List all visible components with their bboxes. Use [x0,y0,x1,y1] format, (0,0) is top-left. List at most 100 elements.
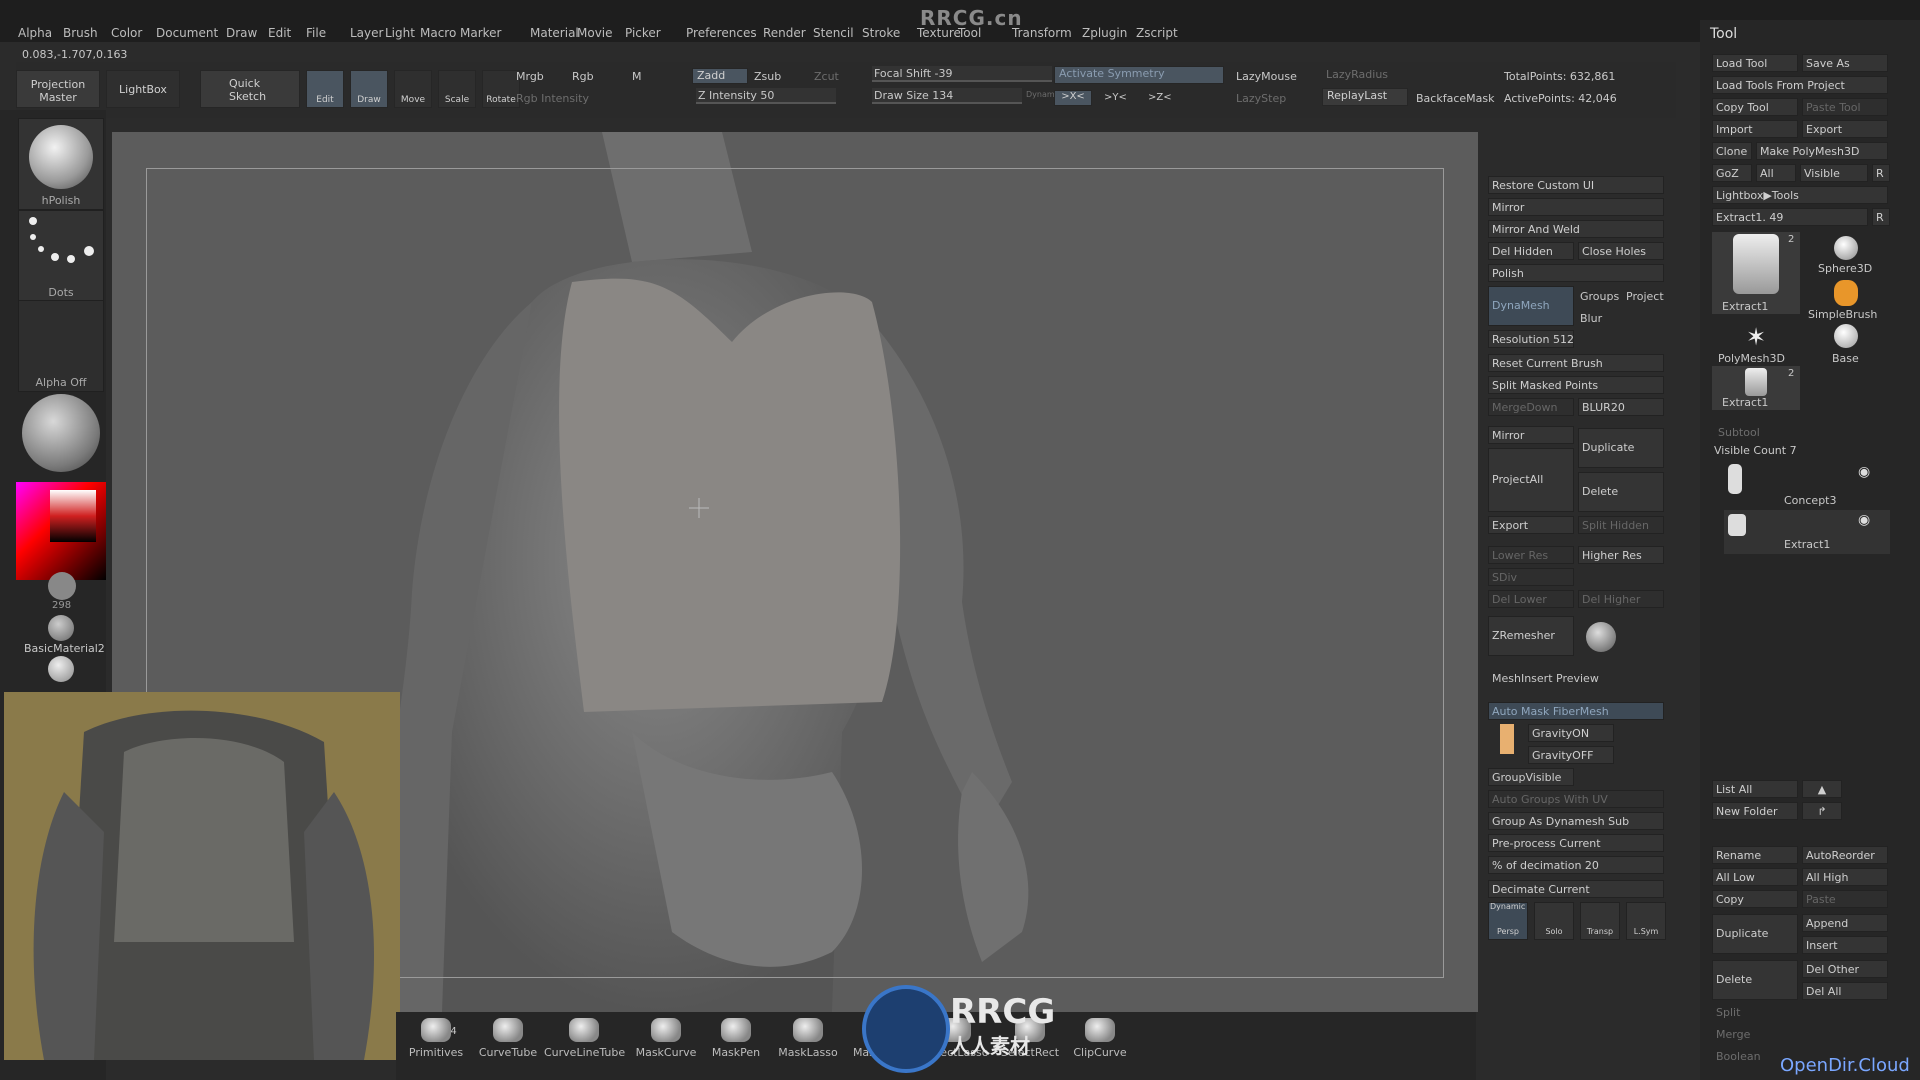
sdiv-slider[interactable]: SDiv [1488,568,1574,586]
del-all-button[interactable]: Del All [1802,982,1888,1000]
boolean-section[interactable]: Boolean [1716,1050,1761,1063]
menu-item-light[interactable]: Light [385,26,415,40]
menu-item-macro[interactable]: Macro [420,26,456,40]
groupvisible-button[interactable]: GroupVisible [1488,768,1574,786]
menu-item-tool[interactable]: Tool [958,26,981,40]
replaylast-button[interactable]: ReplayLast [1322,88,1408,106]
goz-r-button[interactable]: R [1872,164,1890,182]
sym-x-toggle[interactable]: >X< [1054,90,1092,106]
menu-item-marker[interactable]: Marker [460,26,501,40]
mergedown-button[interactable]: MergeDown [1488,398,1574,416]
sym-z-toggle[interactable]: >Z< [1148,92,1172,103]
decimation-percent-slider[interactable]: % of decimation 20 [1488,856,1664,874]
del-hidden-button[interactable]: Del Hidden [1488,242,1574,260]
reset-current-brush-button[interactable]: Reset Current Brush [1488,354,1664,372]
blur20-button[interactable]: BLUR20 [1578,398,1664,416]
zremesher-button[interactable]: ZRemesher [1488,616,1574,656]
draw-size-slider[interactable]: Draw Size 134 [872,88,1022,104]
move-button[interactable]: Move [394,70,432,108]
all-low-button[interactable]: All Low [1712,868,1798,886]
menu-item-picker[interactable]: Picker [625,26,661,40]
load-tool-button[interactable]: Load Tool [1712,54,1798,72]
mirror-button[interactable]: Mirror [1488,198,1664,216]
tool-thumb-extract1-b[interactable]: 2 Extract1 [1712,366,1800,410]
dock-item-masklasso[interactable]: MaskLasso [768,1012,848,1080]
menu-item-stroke[interactable]: Stroke [862,26,900,40]
menu-item-zplugin[interactable]: Zplugin [1082,26,1127,40]
menu-item-document[interactable]: Document [156,26,218,40]
merge-section[interactable]: Merge [1716,1028,1750,1041]
backfacemask-toggle[interactable]: BackfaceMask [1416,92,1494,105]
dock-item-clipcurve[interactable]: ClipCurve [1060,1012,1140,1080]
goz-all-button[interactable]: All [1756,164,1796,182]
split-section[interactable]: Split [1716,1006,1740,1019]
autoreorder-button[interactable]: AutoReorder [1802,846,1888,864]
del-lower-button[interactable]: Del Lower [1488,590,1574,608]
projection-master-button[interactable]: Projection Master [16,70,100,108]
blur-slider[interactable]: Blur [1580,312,1602,325]
auto-mask-fibermesh-button[interactable]: Auto Mask FiberMesh [1488,702,1664,720]
lsym-button[interactable]: L.Sym [1626,902,1666,940]
delete-button[interactable]: Delete [1578,472,1664,512]
eye-icon[interactable]: ◉ [1858,464,1870,480]
menu-item-color[interactable]: Color [111,26,142,40]
menu-item-transform[interactable]: Transform [1012,26,1072,40]
project-toggle[interactable]: Project [1626,290,1664,303]
lower-res-button[interactable]: Lower Res [1488,546,1574,564]
groups-toggle[interactable]: Groups [1580,290,1619,303]
dynamesh-button[interactable]: DynaMesh [1488,286,1574,326]
extract-r-button[interactable]: R [1872,208,1890,226]
import-button[interactable]: Import [1712,120,1798,138]
auto-groups-with-uv-button[interactable]: Auto Groups With UV [1488,790,1664,808]
menu-item-stencil[interactable]: Stencil [813,26,854,40]
dock-item-maskcurve[interactable]: MaskCurve [626,1012,706,1080]
close-holes-button[interactable]: Close Holes [1578,242,1664,260]
copy-subtool-button[interactable]: Copy [1712,890,1798,908]
group-as-dynamesh-sub-button[interactable]: Group As Dynamesh Sub [1488,812,1664,830]
export-tool-button[interactable]: Export [1802,120,1888,138]
move-folder-arrow-icon[interactable]: ↱ [1802,802,1842,820]
scale-button[interactable]: Scale [438,70,476,108]
split-masked-points-button[interactable]: Split Masked Points [1488,376,1664,394]
decimate-current-button[interactable]: Decimate Current [1488,880,1664,898]
duplicate-subtool-button[interactable]: Duplicate [1712,914,1798,954]
sym-y-toggle[interactable]: >Y< [1104,92,1127,103]
tool-thumb-polymesh3d[interactable]: ✶ PolyMesh3D [1712,322,1800,366]
clone-button[interactable]: Clone [1712,142,1752,160]
extract-slider[interactable]: Extract1. 49 [1712,208,1868,226]
del-other-button[interactable]: Del Other [1802,960,1888,978]
z-intensity-slider[interactable]: Z Intensity 50 [696,88,836,104]
goz-button[interactable]: GoZ [1712,164,1752,182]
color-picker[interactable] [16,482,106,580]
meshinsert-preview-label[interactable]: MeshInsert Preview [1492,672,1599,685]
stroke-selector[interactable]: Dots [18,210,104,302]
menu-item-file[interactable]: File [306,26,326,40]
color-value-knob[interactable] [48,572,76,600]
menu-item-layer[interactable]: Layer [350,26,383,40]
new-folder-button[interactable]: New Folder [1712,802,1798,820]
delete-subtool-button[interactable]: Delete [1712,960,1798,1000]
menu-item-movie[interactable]: Movie [577,26,613,40]
resolution-slider[interactable]: Resolution 512 [1488,330,1574,348]
gravity-on-button[interactable]: GravityON [1528,724,1614,742]
tool-thumb-simplebrush[interactable]: SimpleBrush [1804,276,1888,322]
texture-selector[interactable] [22,394,100,472]
del-higher-button[interactable]: Del Higher [1578,590,1664,608]
list-all-button[interactable]: List All [1712,780,1798,798]
polish-slider[interactable]: Polish [1488,264,1664,282]
zsub-toggle[interactable]: Zsub [754,70,781,83]
subtool-header[interactable]: Subtool [1718,426,1760,439]
activate-symmetry-button[interactable]: Activate Symmetry [1054,66,1224,84]
dock-item-curvelinetube[interactable]: CurveLineTube [544,1012,625,1080]
menu-item-preferences[interactable]: Preferences [686,26,757,40]
append-button[interactable]: Append [1802,914,1888,932]
menu-item-brush[interactable]: Brush [63,26,98,40]
zadd-toggle[interactable]: Zadd [692,68,748,84]
tool-thumb-base[interactable]: Base [1804,322,1888,366]
projectall-button[interactable]: ProjectAll [1488,448,1574,512]
material-icon[interactable] [48,615,74,641]
lightbox-tools-button[interactable]: Lightbox▶Tools [1712,186,1888,204]
menu-item-material[interactable]: Material [530,26,579,40]
tool-thumb-extract1[interactable]: 2 Extract1 [1712,232,1800,314]
menu-item-edit[interactable]: Edit [268,26,291,40]
